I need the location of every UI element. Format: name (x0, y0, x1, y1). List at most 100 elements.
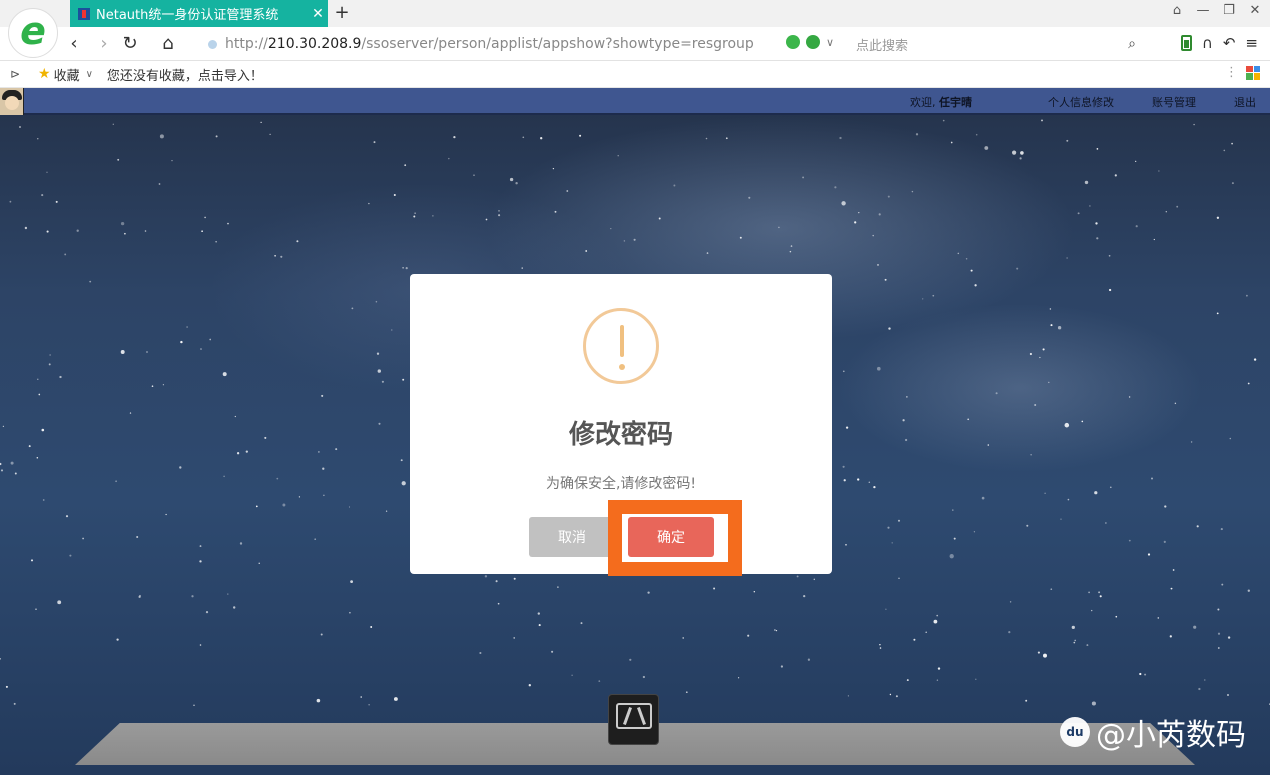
star (335, 448, 338, 451)
address-bar[interactable]: http://210.30.208.9/ssoserver/person/app… (198, 31, 848, 57)
star (887, 195, 890, 198)
star (1139, 672, 1142, 676)
star (902, 419, 905, 422)
star (191, 595, 194, 598)
confirm-button[interactable]: 确定 (628, 517, 714, 557)
url-text[interactable]: http://210.30.208.9/ssoserver/person/app… (225, 36, 754, 52)
avatar[interactable] (0, 88, 24, 115)
star (1050, 588, 1053, 591)
chevron-down-icon[interactable]: ∨ (826, 36, 834, 49)
logout-link[interactable]: 退出 (1234, 94, 1256, 110)
star (878, 213, 881, 216)
star (633, 238, 636, 241)
star (739, 236, 742, 239)
star (41, 194, 44, 197)
home-icon[interactable]: ⌂ (158, 33, 178, 54)
browser-logo-icon[interactable]: e (8, 8, 58, 58)
search-box[interactable]: 点此搜索 ⌕ (856, 31, 1136, 57)
user-name: 任宇晴 (939, 96, 972, 109)
star (1158, 170, 1160, 172)
close-window-icon[interactable]: ✕ (1248, 3, 1262, 18)
search-icon[interactable]: ⌕ (1128, 36, 1136, 52)
search-input[interactable]: 点此搜索 (856, 35, 1128, 54)
active-tab[interactable]: Netauth统一身份认证管理系统 ✕ (70, 0, 328, 27)
star (1204, 679, 1206, 681)
star (1193, 625, 1197, 629)
star (937, 667, 941, 670)
star (957, 252, 960, 255)
star (9, 200, 12, 203)
star (82, 537, 84, 540)
star (1094, 491, 1098, 495)
cancel-button[interactable]: 取消 (529, 517, 615, 557)
menu-icon[interactable]: ≡ (1245, 34, 1258, 52)
star (393, 697, 398, 701)
tab-close-icon[interactable]: ✕ (308, 6, 328, 22)
headset-icon[interactable]: ∩ (1202, 34, 1213, 52)
star (885, 608, 887, 610)
star (952, 509, 954, 511)
star (1043, 653, 1047, 658)
site-header: 欢迎, 任宇晴 个人信息修改 账号管理 退出 (0, 88, 1270, 115)
star (117, 158, 120, 161)
star (858, 211, 860, 214)
tab-bar: Netauth统一身份认证管理系统 ✕ + ⌂ — ❐ ✕ (0, 0, 1270, 27)
app-tile-tools[interactable] (608, 694, 659, 745)
import-bookmarks-link[interactable]: 您还没有收藏，点击导入！ (107, 65, 263, 84)
star (551, 650, 554, 653)
bookmarks-right: ⋮ (1225, 65, 1260, 80)
star (775, 629, 778, 632)
star (1050, 324, 1053, 327)
account-manage-link[interactable]: 账号管理 (1152, 94, 1196, 110)
star (42, 499, 45, 501)
maximize-icon[interactable]: ❐ (1222, 3, 1236, 18)
star (1071, 625, 1075, 630)
star (180, 340, 183, 344)
skin-icon[interactable]: ⌂ (1170, 3, 1184, 18)
star (370, 626, 373, 628)
star (932, 294, 935, 297)
star (538, 624, 541, 627)
star (753, 591, 755, 593)
star-icon: ★ (38, 66, 51, 82)
compat-mode-icon[interactable] (786, 35, 800, 49)
star (642, 675, 646, 679)
star (239, 542, 243, 545)
star (778, 226, 780, 229)
star (37, 378, 39, 380)
engine-icon[interactable] (806, 35, 820, 49)
star (485, 218, 488, 221)
star (69, 554, 72, 557)
star (868, 481, 871, 484)
star (906, 679, 909, 682)
star (585, 250, 588, 252)
star (55, 200, 58, 203)
more-icon[interactable]: ⋮ (1225, 65, 1238, 80)
star (522, 136, 525, 139)
forward-icon[interactable]: › (94, 33, 114, 54)
star (124, 232, 126, 235)
star (1151, 477, 1153, 480)
profile-edit-link[interactable]: 个人信息修改 (1048, 94, 1114, 110)
watermark-text: @小芮数码 (1096, 718, 1246, 753)
star (186, 326, 188, 328)
star (913, 638, 916, 641)
new-tab-button[interactable]: + (334, 2, 350, 23)
back-icon[interactable]: ‹ (64, 33, 84, 54)
reload-icon[interactable]: ↻ (120, 33, 140, 54)
apps-icon[interactable] (1246, 65, 1260, 80)
star (895, 695, 898, 698)
favorites-button[interactable]: ★ 收藏 ∨ (38, 65, 93, 84)
star (413, 215, 416, 218)
sidebar-toggle-icon[interactable]: ⊳ (10, 67, 24, 81)
star (1169, 635, 1172, 638)
star (1084, 180, 1089, 185)
undo-icon[interactable]: ↶ (1223, 34, 1236, 52)
star (159, 134, 164, 139)
star (1012, 150, 1017, 155)
star (813, 578, 816, 581)
minimize-icon[interactable]: — (1196, 3, 1210, 18)
star (1108, 288, 1112, 292)
battery-icon[interactable] (1180, 35, 1192, 51)
star (1196, 525, 1199, 528)
